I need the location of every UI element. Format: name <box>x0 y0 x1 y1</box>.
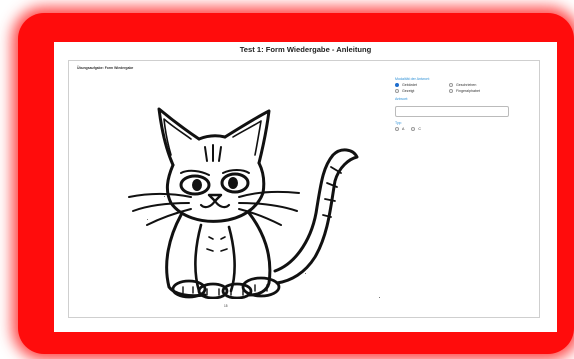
option-label: Gezeigt <box>402 89 415 93</box>
answer-input[interactable] <box>395 106 509 117</box>
radio-icon[interactable] <box>411 127 416 131</box>
speck <box>305 273 306 274</box>
exercise-panel: Übungsaufgabe: Form Wiedergabe 15 Modali… <box>68 60 540 318</box>
answer-label: Antwort: <box>395 97 409 101</box>
option-label: A <box>402 127 405 131</box>
option-label: Gebärdet <box>402 83 417 87</box>
radio-icon[interactable] <box>449 83 453 87</box>
cat-drawing-image <box>128 107 359 299</box>
exercise-label: Übungsaufgabe: Form Wiedergabe <box>77 66 134 70</box>
type-option-c[interactable]: C <box>411 127 421 131</box>
app-window: Test 1: Form Wiedergabe - Anleitung Übun… <box>54 42 557 332</box>
type-option-a[interactable]: A <box>395 127 404 131</box>
response-form: Modalität der Antwort: Gebärdet Geschrie… <box>395 77 535 131</box>
type-options: A C <box>395 127 535 131</box>
modality-option-gezeigt[interactable]: Gezeigt <box>395 89 449 93</box>
speck <box>379 297 380 298</box>
speck <box>147 219 148 220</box>
speck <box>164 196 165 197</box>
option-label: C <box>418 127 422 131</box>
radio-icon[interactable] <box>449 89 453 93</box>
radio-checked-icon[interactable] <box>395 83 399 87</box>
type-label: Typ: <box>395 121 402 125</box>
modality-options: Gebärdet Geschrieben Gezeigt Fingeralpha… <box>395 83 535 93</box>
option-label: Geschrieben <box>456 83 477 87</box>
page-title: Test 1: Form Wiedergabe - Anleitung <box>239 45 372 54</box>
modality-option-gebaerdet[interactable]: Gebärdet <box>395 83 449 87</box>
modality-option-fingeralphabet[interactable]: Fingeralphabet <box>449 89 509 93</box>
page-number: 15 <box>224 304 228 308</box>
radio-icon[interactable] <box>395 127 399 131</box>
radio-icon[interactable] <box>395 89 399 93</box>
modality-label: Modalität der Antwort: <box>395 77 430 81</box>
option-label: Fingeralphabet <box>456 89 480 93</box>
modality-option-geschrieben[interactable]: Geschrieben <box>449 83 509 87</box>
